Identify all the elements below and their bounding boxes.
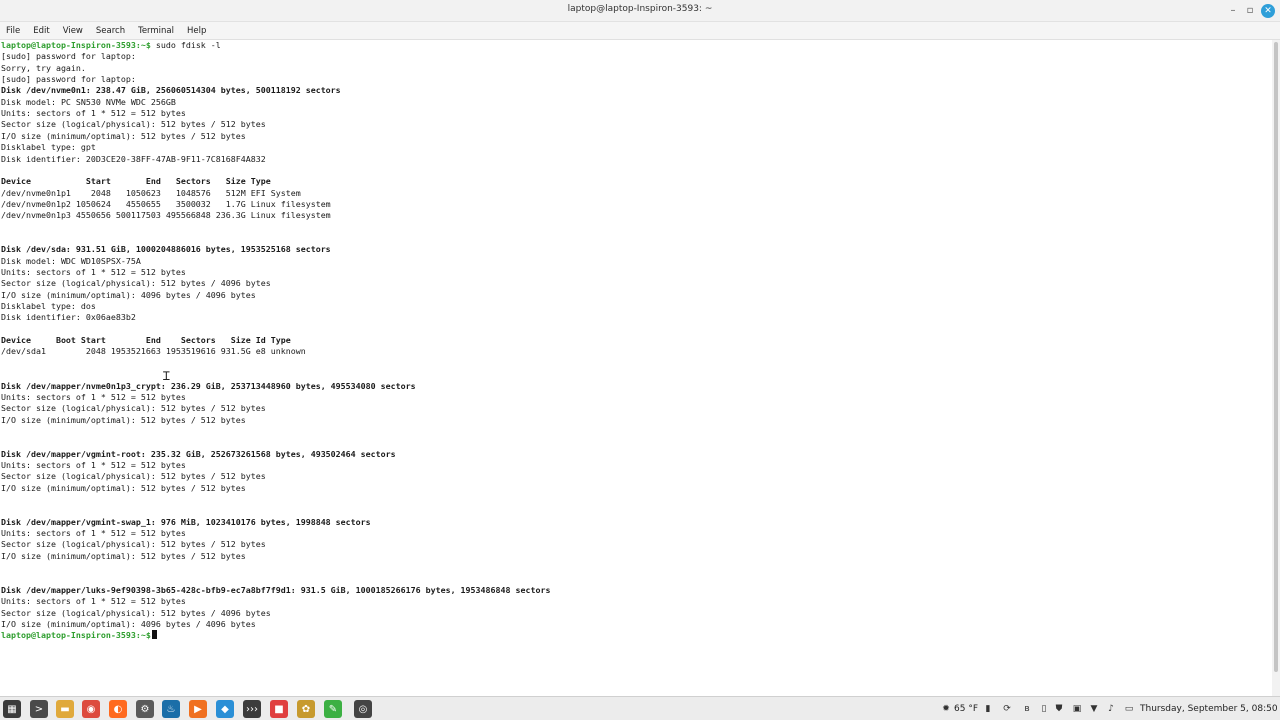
menu-file[interactable]: File xyxy=(6,26,20,36)
output-line: Device Boot Start End Sectors Size Id Ty… xyxy=(1,335,291,346)
menu-view[interactable]: View xyxy=(63,26,83,36)
vscode-icon[interactable]: ◆ xyxy=(216,700,234,718)
shield-icon[interactable]: ⛊ xyxy=(1053,702,1065,716)
weather-icon[interactable]: ✹ xyxy=(940,702,952,716)
close-button[interactable]: ✕ xyxy=(1261,4,1275,18)
menu-bar: File Edit View Search Terminal Help xyxy=(0,22,1280,40)
chrome-icon[interactable]: ◉ xyxy=(82,700,100,718)
output-line: Disk model: WDC WD10SPSX-75A xyxy=(1,255,141,266)
output-line: I/O size (minimum/optimal): 512 bytes / … xyxy=(1,482,246,493)
output-line: Units: sectors of 1 * 512 = 512 bytes xyxy=(1,267,186,277)
update-icon[interactable]: ⟳ xyxy=(1001,702,1013,716)
output-line: Disk /dev/mapper/vgmint-swap_1: 976 MiB,… xyxy=(1,516,371,527)
clipboard-icon[interactable]: ▯ xyxy=(1038,702,1050,716)
command-text: sudo fdisk -l xyxy=(150,40,221,50)
app-gear-icon[interactable]: ✿ xyxy=(297,700,315,718)
output-line: Sector size (logical/physical): 512 byte… xyxy=(1,539,266,550)
network-icon[interactable]: ▼ xyxy=(1088,702,1100,716)
output-line: Sector size (logical/physical): 512 byte… xyxy=(1,471,266,482)
terminal-output[interactable]: laptop@laptop-Inspiron-3593:~$ sudo fdis… xyxy=(0,40,1272,696)
firefox-icon[interactable]: ◐ xyxy=(109,700,127,718)
menu-search[interactable]: Search xyxy=(96,26,125,36)
output-line: Disk /dev/mapper/vgmint-root: 235.32 GiB… xyxy=(1,448,396,459)
settings-icon[interactable]: ⚙ xyxy=(136,700,154,718)
output-line: Units: sectors of 1 * 512 = 512 bytes xyxy=(1,459,186,470)
cursor xyxy=(151,630,157,640)
window-title: laptop@laptop-Inspiron-3593: ~ xyxy=(567,4,713,14)
final-prompt-line[interactable]: laptop@laptop-Inspiron-3593:~$ xyxy=(1,630,157,641)
menu-terminal[interactable]: Terminal xyxy=(138,26,174,36)
output-line: I/O size (minimum/optimal): 4096 bytes /… xyxy=(1,289,256,300)
text-cursor-icon: Ɪ xyxy=(163,369,170,383)
output-line: [sudo] password for laptop: xyxy=(1,51,136,62)
bluetooth-icon[interactable]: ʙ xyxy=(1021,702,1033,716)
menu-icon[interactable]: ▦ xyxy=(3,700,21,718)
output-line: Sector size (logical/physical): 512 byte… xyxy=(1,119,266,130)
app-green-icon[interactable]: ✎ xyxy=(324,700,342,718)
output-line: /dev/sda1 2048 1953521663 1953519616 931… xyxy=(1,346,306,357)
output-line: Disk /dev/mapper/nvme0n1p3_crypt: 236.29… xyxy=(1,380,416,391)
output-line: Sorry, try again. xyxy=(1,62,86,73)
command-line: laptop@laptop-Inspiron-3593:~$ sudo fdis… xyxy=(1,40,221,51)
taskbar: ▦ > ▬ ◉ ◐ ⚙ ♨ ▶ ◆ ››› ■ ✿ ✎ ◎ ✹ 65 °F ▮ ⟳ ʙ ▯ ⛊ ▣ ▼ ♪… xyxy=(0,696,1280,720)
trash-icon[interactable]: ▮ xyxy=(982,702,994,716)
output-line: Sector size (logical/physical): 512 byte… xyxy=(1,607,271,618)
output-line: Units: sectors of 1 * 512 = 512 bytes xyxy=(1,528,186,539)
output-line: /dev/nvme0n1p1 2048 1050623 1048576 512M… xyxy=(1,187,301,198)
output-line: Disk /dev/mapper/luks-9ef90398-3b65-428c… xyxy=(1,584,551,595)
output-line: Disk identifier: 20D3CE20-38FF-47AB-9F11… xyxy=(1,153,266,164)
files-icon[interactable]: ▬ xyxy=(56,700,74,718)
output-line: Disk /dev/sda: 931.51 GiB, 1000204886016… xyxy=(1,244,331,255)
menu-help[interactable]: Help xyxy=(187,26,206,36)
window-titlebar[interactable]: laptop@laptop-Inspiron-3593: ~ – ▫ ✕ xyxy=(0,0,1280,22)
maximize-button[interactable]: ▫ xyxy=(1243,4,1257,18)
terminal-scrollbar[interactable] xyxy=(1272,40,1280,696)
output-line: Units: sectors of 1 * 512 = 512 bytes xyxy=(1,596,186,607)
output-line: Disk identifier: 0x06ae83b2 xyxy=(1,312,136,323)
output-line: I/O size (minimum/optimal): 512 bytes / … xyxy=(1,130,246,141)
output-line: /dev/nvme0n1p3 4550656 500117503 4955668… xyxy=(1,210,331,221)
clock[interactable]: Thursday, September 5, 08:50 xyxy=(1140,702,1278,716)
output-line: Sector size (logical/physical): 512 byte… xyxy=(1,403,266,414)
sound-icon[interactable]: ♪ xyxy=(1105,702,1117,716)
scrollbar-thumb[interactable] xyxy=(1274,42,1278,672)
app-red-icon[interactable]: ■ xyxy=(270,700,288,718)
battery-icon[interactable]: ▭ xyxy=(1123,702,1135,716)
output-line: Units: sectors of 1 * 512 = 512 bytes xyxy=(1,391,186,402)
output-line: /dev/nvme0n1p2 1050624 4550655 3500032 1… xyxy=(1,198,331,209)
output-line: Disklabel type: gpt xyxy=(1,142,96,153)
final-prompt: laptop@laptop-Inspiron-3593:~$ xyxy=(1,630,151,641)
output-line: Device Start End Sectors Size Type xyxy=(1,176,271,187)
output-line: Disk model: PC SN530 NVMe WDC 256GB xyxy=(1,96,176,107)
minimize-button[interactable]: – xyxy=(1226,4,1240,18)
display-icon[interactable]: ▣ xyxy=(1071,702,1083,716)
output-line: Units: sectors of 1 * 512 = 512 bytes xyxy=(1,108,186,119)
terminal-icon[interactable]: > xyxy=(30,700,48,718)
prompt: laptop@laptop-Inspiron-3593:~$ xyxy=(1,40,151,50)
output-line: I/O size (minimum/optimal): 512 bytes / … xyxy=(1,550,246,561)
output-line: I/O size (minimum/optimal): 4096 bytes /… xyxy=(1,618,256,629)
output-line: [sudo] password for laptop: xyxy=(1,74,136,85)
code-icon[interactable]: ››› xyxy=(243,700,261,718)
media-icon[interactable]: ▶ xyxy=(189,700,207,718)
app-circle-icon[interactable]: ◎ xyxy=(354,700,372,718)
output-line: Sector size (logical/physical): 512 byte… xyxy=(1,278,271,289)
output-line: Disklabel type: dos xyxy=(1,301,96,312)
weather-temp[interactable]: 65 °F xyxy=(954,702,978,716)
output-line: Disk /dev/nvme0n1: 238.47 GiB, 256060514… xyxy=(1,85,341,96)
menu-edit[interactable]: Edit xyxy=(33,26,49,36)
output-line: I/O size (minimum/optimal): 512 bytes / … xyxy=(1,414,246,425)
steam-icon[interactable]: ♨ xyxy=(162,700,180,718)
